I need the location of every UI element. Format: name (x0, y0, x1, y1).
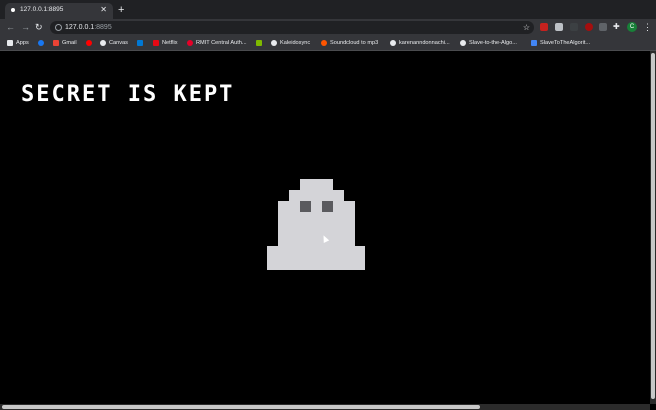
bookmark-label: Canvas (109, 40, 128, 46)
ghost-left-eye (300, 201, 311, 212)
soundcloud-icon (321, 40, 327, 46)
tab-favicon-icon (11, 8, 15, 12)
bookmark-slavetothealgorit[interactable]: SlaveToTheAlgorit... (531, 36, 590, 50)
triangle-icon (531, 40, 537, 46)
extension-red-icon[interactable] (540, 23, 548, 31)
github-icon (460, 40, 466, 46)
extension-grey-icon[interactable] (555, 23, 563, 31)
bookmark-rmit[interactable]: RMIT Central Auth... (187, 36, 247, 50)
tab-strip: 127.0.0.1:8895 ✕ + (0, 0, 656, 19)
apps-grid-icon (7, 40, 13, 46)
bookmark-slave-to-the-algo[interactable]: Slave-to-the-Algo... (460, 36, 517, 50)
bookmark-label: SlaveToTheAlgorit... (540, 40, 591, 46)
tab-title: 127.0.0.1:8895 (20, 6, 64, 13)
bookmark-star-icon[interactable]: ☆ (523, 21, 530, 34)
bookmark-gmail[interactable]: Gmail (53, 36, 77, 50)
browser-chrome: 127.0.0.1:8895 ✕ + ← → ↻ 127.0.0.1:8895 … (0, 0, 656, 51)
ghost-right-eye (322, 201, 333, 212)
profile-avatar[interactable]: C (627, 22, 637, 32)
bookmark-label: Slave-to-the-Algo... (469, 40, 517, 46)
page-content: SECRET IS KEPT (0, 51, 650, 404)
active-tab[interactable]: 127.0.0.1:8895 ✕ (5, 3, 113, 19)
gmail-icon (53, 40, 59, 46)
bookmark-label: RMIT Central Auth... (196, 40, 247, 46)
bookmark-facebook[interactable] (38, 36, 47, 50)
netflix-icon (153, 40, 159, 46)
page-headline: SECRET IS KEPT (21, 82, 235, 107)
bookmark-kaleidosync[interactable]: Kaleidosync (271, 36, 310, 50)
vscode-icon (137, 40, 143, 46)
pixel-ghost (267, 179, 365, 270)
bookmark-karenanndonnachi[interactable]: karenanndonnachi... (390, 36, 450, 50)
globe-icon (271, 40, 277, 46)
bookmark-vscode[interactable] (137, 36, 146, 50)
forward-button[interactable]: → (21, 21, 30, 34)
microsoft-icon (256, 40, 262, 46)
new-tab-button[interactable]: + (118, 3, 124, 17)
tab-close-icon[interactable]: ✕ (100, 4, 107, 16)
bookmark-canvas[interactable]: Canvas (100, 36, 128, 50)
bookmark-label: Kaleidosync (280, 40, 311, 46)
rmit-icon (187, 40, 193, 46)
address-bar[interactable]: 127.0.0.1:8895 ☆ (50, 21, 534, 34)
url-host: 127.0.0.1 (65, 24, 95, 31)
reload-button[interactable]: ↻ (35, 21, 43, 34)
youtube-icon (86, 40, 92, 46)
globe-icon (100, 40, 106, 46)
extension-dark-icon[interactable] (570, 23, 578, 31)
bookmark-soundcloud[interactable]: Soundcloud to mp3 (321, 36, 378, 50)
extension-record-icon[interactable] (585, 23, 593, 31)
bookmark-youtube[interactable] (86, 36, 95, 50)
back-button[interactable]: ← (6, 21, 15, 34)
vertical-scroll-thumb[interactable] (651, 53, 655, 399)
bookmark-label: Soundcloud to mp3 (330, 40, 379, 46)
bookmark-netflix[interactable]: Netflix (153, 36, 178, 50)
facebook-icon (38, 40, 44, 46)
horizontal-scroll-thumb[interactable] (2, 405, 480, 409)
bookmark-label: karenanndonnachi... (399, 40, 450, 46)
bookmark-label: Gmail (62, 40, 77, 46)
horizontal-scrollbar[interactable] (0, 404, 650, 410)
bookmark-label: Apps (16, 40, 29, 46)
extension-box-icon[interactable] (599, 23, 607, 31)
url-port: :8895 (94, 24, 112, 31)
bookmark-apps[interactable]: Apps (7, 36, 29, 50)
extensions-puzzle-icon[interactable]: ✚ (613, 23, 621, 31)
vertical-scrollbar[interactable] (650, 51, 656, 404)
menu-kebab-icon[interactable]: ⋮ (643, 21, 652, 33)
github-icon (390, 40, 396, 46)
url-text: 127.0.0.1:8895 (65, 21, 112, 34)
bookmark-label: Netflix (162, 40, 178, 46)
bookmarks-bar: Apps Gmail Canvas Netflix RMIT Central A… (0, 36, 656, 51)
bookmark-microsoft[interactable] (256, 36, 265, 50)
toolbar: ← → ↻ 127.0.0.1:8895 ☆ ✚ C ⋮ (0, 19, 656, 36)
site-info-icon[interactable] (55, 24, 62, 31)
